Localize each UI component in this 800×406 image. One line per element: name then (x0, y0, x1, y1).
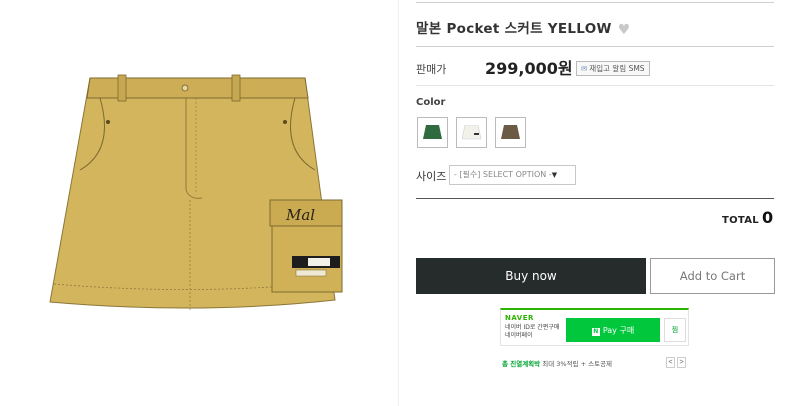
color-label: Color (416, 97, 446, 108)
naver-pay-widget: NAVER 네이버 ID로 간편구매 네이버페이 N Pay 구매 찜 (500, 308, 689, 346)
color-swatch-green[interactable] (417, 117, 448, 148)
swatch-tag (474, 133, 479, 135)
product-image-area: Mal (0, 0, 399, 406)
promo-text: 최대 3%적립 + 스토공제 (542, 360, 613, 368)
naver-pay-label: Pay 구매 (602, 325, 635, 335)
product-title-text: 말본 Pocket 스커트 YELLOW (416, 21, 612, 37)
swatch-skirt-icon (501, 125, 520, 139)
promo-prev-button[interactable]: < (666, 357, 675, 368)
buy-now-button[interactable]: Buy now (416, 258, 646, 294)
chevron-down-icon: ▼ (551, 171, 558, 179)
add-to-cart-button[interactable]: Add to Cart (650, 258, 775, 294)
naver-wish-button[interactable]: 찜 (664, 318, 686, 342)
color-swatch-white[interactable] (456, 117, 487, 148)
color-swatch-brown[interactable] (495, 117, 526, 148)
swatch-skirt-icon (423, 125, 442, 139)
naver-promo: 총 진열계획박 최대 3%적립 + 스토공제 (502, 358, 612, 368)
size-select-value: - [필수] SELECT OPTION - (454, 170, 552, 179)
total-label: TOTAL (722, 215, 759, 226)
top-divider (416, 2, 774, 3)
price-value: 299,000원 (485, 59, 573, 78)
naver-pay-description: 네이버 ID로 간편구매 네이버페이 (505, 324, 560, 339)
restock-sms-label: 재입고 알림 SMS (589, 64, 645, 73)
naver-pay-button[interactable]: N Pay 구매 (566, 318, 660, 342)
size-label: 사이즈 (416, 170, 447, 183)
total-value: 0 (762, 208, 774, 227)
naver-n-icon: N (591, 327, 600, 336)
promo-highlight: 총 진열계획박 (502, 360, 541, 368)
price-label: 판매가 (416, 63, 447, 76)
restock-sms-button[interactable]: ✉ 재입고 알림 SMS (576, 61, 650, 76)
divider (416, 198, 774, 199)
size-select[interactable]: - [필수] SELECT OPTION -▼ (449, 165, 576, 185)
svg-text:Mal: Mal (285, 206, 315, 224)
bell-icon: ✉ (581, 64, 588, 73)
promo-next-button[interactable]: > (677, 357, 686, 368)
naver-logo: NAVER (505, 314, 534, 322)
divider (416, 46, 774, 47)
heart-icon[interactable]: ♥ (618, 22, 631, 38)
product-title: 말본 Pocket 스커트 YELLOW ♥ (416, 17, 631, 38)
divider (416, 85, 774, 86)
product-image-skirt[interactable]: Mal (40, 70, 355, 330)
